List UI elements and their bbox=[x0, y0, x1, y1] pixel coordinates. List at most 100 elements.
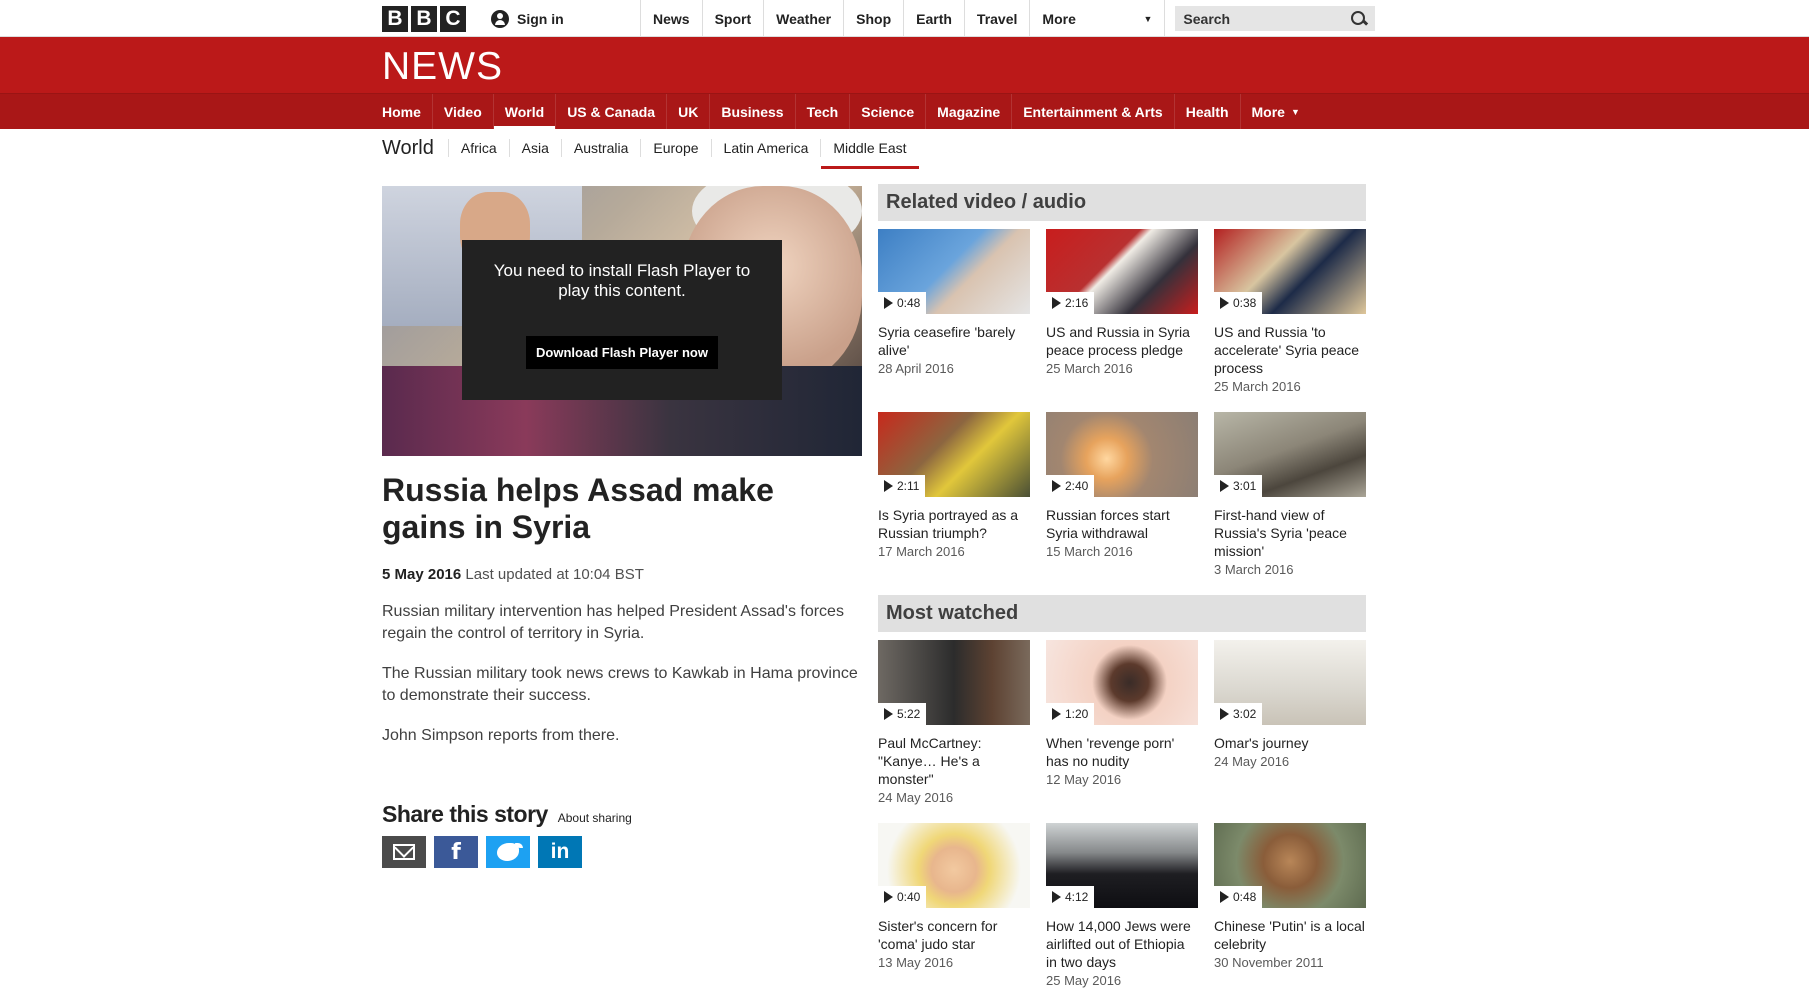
video-card[interactable]: 2:16 US and Russia in Syria peace proces… bbox=[1046, 229, 1198, 412]
nav-video[interactable]: Video bbox=[433, 94, 494, 130]
video-thumbnail[interactable]: 0:40 bbox=[878, 823, 1030, 908]
section-title[interactable]: World bbox=[382, 137, 434, 160]
nav-science[interactable]: Science bbox=[850, 94, 927, 130]
bbc-top-bar: B B C Sign in News Sport Weather Shop Ea… bbox=[0, 0, 1809, 37]
video-card[interactable]: 0:48 Chinese 'Putin' is a local celebrit… bbox=[1214, 823, 1366, 1006]
search-icon[interactable] bbox=[1351, 10, 1367, 27]
share-twitter-button[interactable] bbox=[486, 836, 530, 868]
top-nav-travel[interactable]: Travel bbox=[965, 0, 1031, 37]
share-linkedin-button[interactable]: in bbox=[538, 836, 582, 868]
subnav-europe[interactable]: Europe bbox=[640, 139, 710, 157]
duration-badge: 2:11 bbox=[878, 475, 926, 497]
video-title[interactable]: Russian forces start Syria withdrawal bbox=[1046, 506, 1198, 542]
play-icon bbox=[1220, 708, 1229, 720]
nav-more[interactable]: More ▼ bbox=[1241, 94, 1311, 130]
video-card[interactable]: 0:48 Syria ceasefire 'barely alive' 28 A… bbox=[878, 229, 1030, 412]
duration-label: 3:01 bbox=[1233, 479, 1257, 493]
video-card[interactable]: 4:12 How 14,000 Jews were airlifted out … bbox=[1046, 823, 1198, 1006]
video-title[interactable]: Chinese 'Putin' is a local celebrity bbox=[1214, 917, 1366, 953]
video-thumbnail[interactable]: 0:48 bbox=[878, 229, 1030, 314]
video-card[interactable]: 0:40 Sister's concern for 'coma' judo st… bbox=[878, 823, 1030, 1006]
nav-business[interactable]: Business bbox=[710, 94, 796, 130]
bbc-logo[interactable]: B B C bbox=[382, 5, 466, 32]
video-title[interactable]: Sister's concern for 'coma' judo star bbox=[878, 917, 1030, 953]
video-title[interactable]: Is Syria portrayed as a Russian triumph? bbox=[878, 506, 1030, 542]
video-card[interactable]: 3:01 First-hand view of Russia's Syria '… bbox=[1214, 412, 1366, 595]
sign-in-label: Sign in bbox=[517, 10, 564, 27]
video-thumbnail[interactable]: 5:22 bbox=[878, 640, 1030, 725]
nav-home[interactable]: Home bbox=[382, 94, 433, 130]
nav-uk[interactable]: UK bbox=[667, 94, 711, 130]
top-nav-earth[interactable]: Earth bbox=[904, 0, 965, 37]
video-thumbnail[interactable]: 3:01 bbox=[1214, 412, 1366, 497]
nav-world[interactable]: World bbox=[493, 94, 557, 130]
video-thumbnail[interactable]: 3:02 bbox=[1214, 640, 1366, 725]
nav-health[interactable]: Health bbox=[1175, 94, 1241, 130]
share-email-button[interactable] bbox=[382, 836, 426, 868]
nav-more-label: More bbox=[1251, 104, 1285, 120]
download-flash-button[interactable]: Download Flash Player now bbox=[526, 336, 718, 369]
subnav-latin-america[interactable]: Latin America bbox=[710, 139, 821, 157]
search-box[interactable]: Search bbox=[1175, 6, 1376, 31]
about-sharing-link[interactable]: About sharing bbox=[558, 811, 632, 825]
subnav-middle-east[interactable]: Middle East bbox=[820, 139, 919, 169]
video-date: 13 May 2016 bbox=[878, 955, 954, 970]
video-card[interactable]: 2:40 Russian forces start Syria withdraw… bbox=[1046, 412, 1198, 595]
video-thumbnail[interactable]: 2:40 bbox=[1046, 412, 1198, 497]
video-player[interactable]: You need to install Flash Player to play… bbox=[382, 186, 862, 456]
top-nav-weather[interactable]: Weather bbox=[764, 0, 845, 37]
subnav-asia[interactable]: Asia bbox=[508, 139, 561, 157]
flash-message: You need to install Flash Player to play… bbox=[493, 261, 751, 300]
video-title[interactable]: Syria ceasefire 'barely alive' bbox=[878, 323, 1030, 359]
duration-badge: 0:48 bbox=[1214, 886, 1263, 908]
nav-tech[interactable]: Tech bbox=[796, 94, 851, 130]
video-title[interactable]: US and Russia 'to accelerate' Syria peac… bbox=[1214, 323, 1366, 377]
top-nav-shop[interactable]: Shop bbox=[844, 0, 905, 37]
duration-label: 2:16 bbox=[1065, 296, 1089, 310]
related-heading: Related video / audio bbox=[878, 184, 1366, 221]
share-facebook-button[interactable]: f bbox=[434, 836, 478, 868]
duration-label: 0:40 bbox=[897, 890, 921, 904]
top-nav-news[interactable]: News bbox=[641, 0, 703, 37]
most-watched-heading: Most watched bbox=[878, 595, 1366, 632]
subnav-australia[interactable]: Australia bbox=[560, 139, 640, 157]
play-icon bbox=[1220, 297, 1229, 309]
sign-in-link[interactable]: Sign in bbox=[491, 0, 641, 37]
article-paragraph: The Russian military took news crews to … bbox=[382, 665, 858, 704]
nav-entertainment-arts[interactable]: Entertainment & Arts bbox=[1012, 94, 1175, 130]
video-thumbnail[interactable]: 2:16 bbox=[1046, 229, 1198, 314]
bbc-logo-letter: B bbox=[382, 5, 408, 32]
video-card[interactable]: 2:11 Is Syria portrayed as a Russian tri… bbox=[878, 412, 1030, 595]
top-nav-more[interactable]: More ▼ bbox=[1030, 0, 1166, 37]
duration-label: 0:38 bbox=[1233, 296, 1257, 310]
video-thumbnail[interactable]: 0:48 bbox=[1214, 823, 1366, 908]
video-date: 25 May 2016 bbox=[1046, 973, 1122, 988]
duration-badge: 2:16 bbox=[1046, 292, 1095, 314]
duration-label: 5:22 bbox=[897, 707, 921, 721]
video-title[interactable]: First-hand view of Russia's Syria 'peace… bbox=[1214, 506, 1366, 560]
video-thumbnail[interactable]: 0:38 bbox=[1214, 229, 1366, 314]
video-title[interactable]: Omar's journey bbox=[1214, 734, 1366, 752]
video-thumbnail[interactable]: 1:20 bbox=[1046, 640, 1198, 725]
video-title[interactable]: How 14,000 Jews were airlifted out of Et… bbox=[1046, 917, 1198, 971]
video-thumbnail[interactable]: 4:12 bbox=[1046, 823, 1198, 908]
nav-us-canada[interactable]: US & Canada bbox=[556, 94, 668, 130]
video-thumbnail[interactable]: 2:11 bbox=[878, 412, 1030, 497]
video-title[interactable]: US and Russia in Syria peace process ple… bbox=[1046, 323, 1198, 359]
video-date: 25 March 2016 bbox=[1214, 379, 1301, 394]
bbc-logo-letter: B bbox=[411, 5, 437, 32]
play-icon bbox=[1052, 891, 1061, 903]
top-nav-sport[interactable]: Sport bbox=[703, 0, 765, 37]
subnav-africa[interactable]: Africa bbox=[447, 139, 509, 157]
video-card[interactable]: 5:22 Paul McCartney: "Kanye… He's a mons… bbox=[878, 640, 1030, 823]
video-card[interactable]: 1:20 When 'revenge porn' has no nudity 1… bbox=[1046, 640, 1198, 823]
duration-label: 2:11 bbox=[897, 479, 920, 493]
video-card[interactable]: 0:38 US and Russia 'to accelerate' Syria… bbox=[1214, 229, 1366, 412]
news-logo[interactable]: NEWS bbox=[382, 45, 503, 89]
news-masthead: NEWS bbox=[0, 37, 1809, 93]
video-title[interactable]: Paul McCartney: "Kanye… He's a monster" bbox=[878, 734, 1030, 788]
video-date: 12 May 2016 bbox=[1046, 772, 1122, 787]
nav-magazine[interactable]: Magazine bbox=[926, 94, 1013, 130]
video-card[interactable]: 3:02 Omar's journey 24 May 2016 bbox=[1214, 640, 1366, 823]
video-title[interactable]: When 'revenge porn' has no nudity bbox=[1046, 734, 1198, 770]
